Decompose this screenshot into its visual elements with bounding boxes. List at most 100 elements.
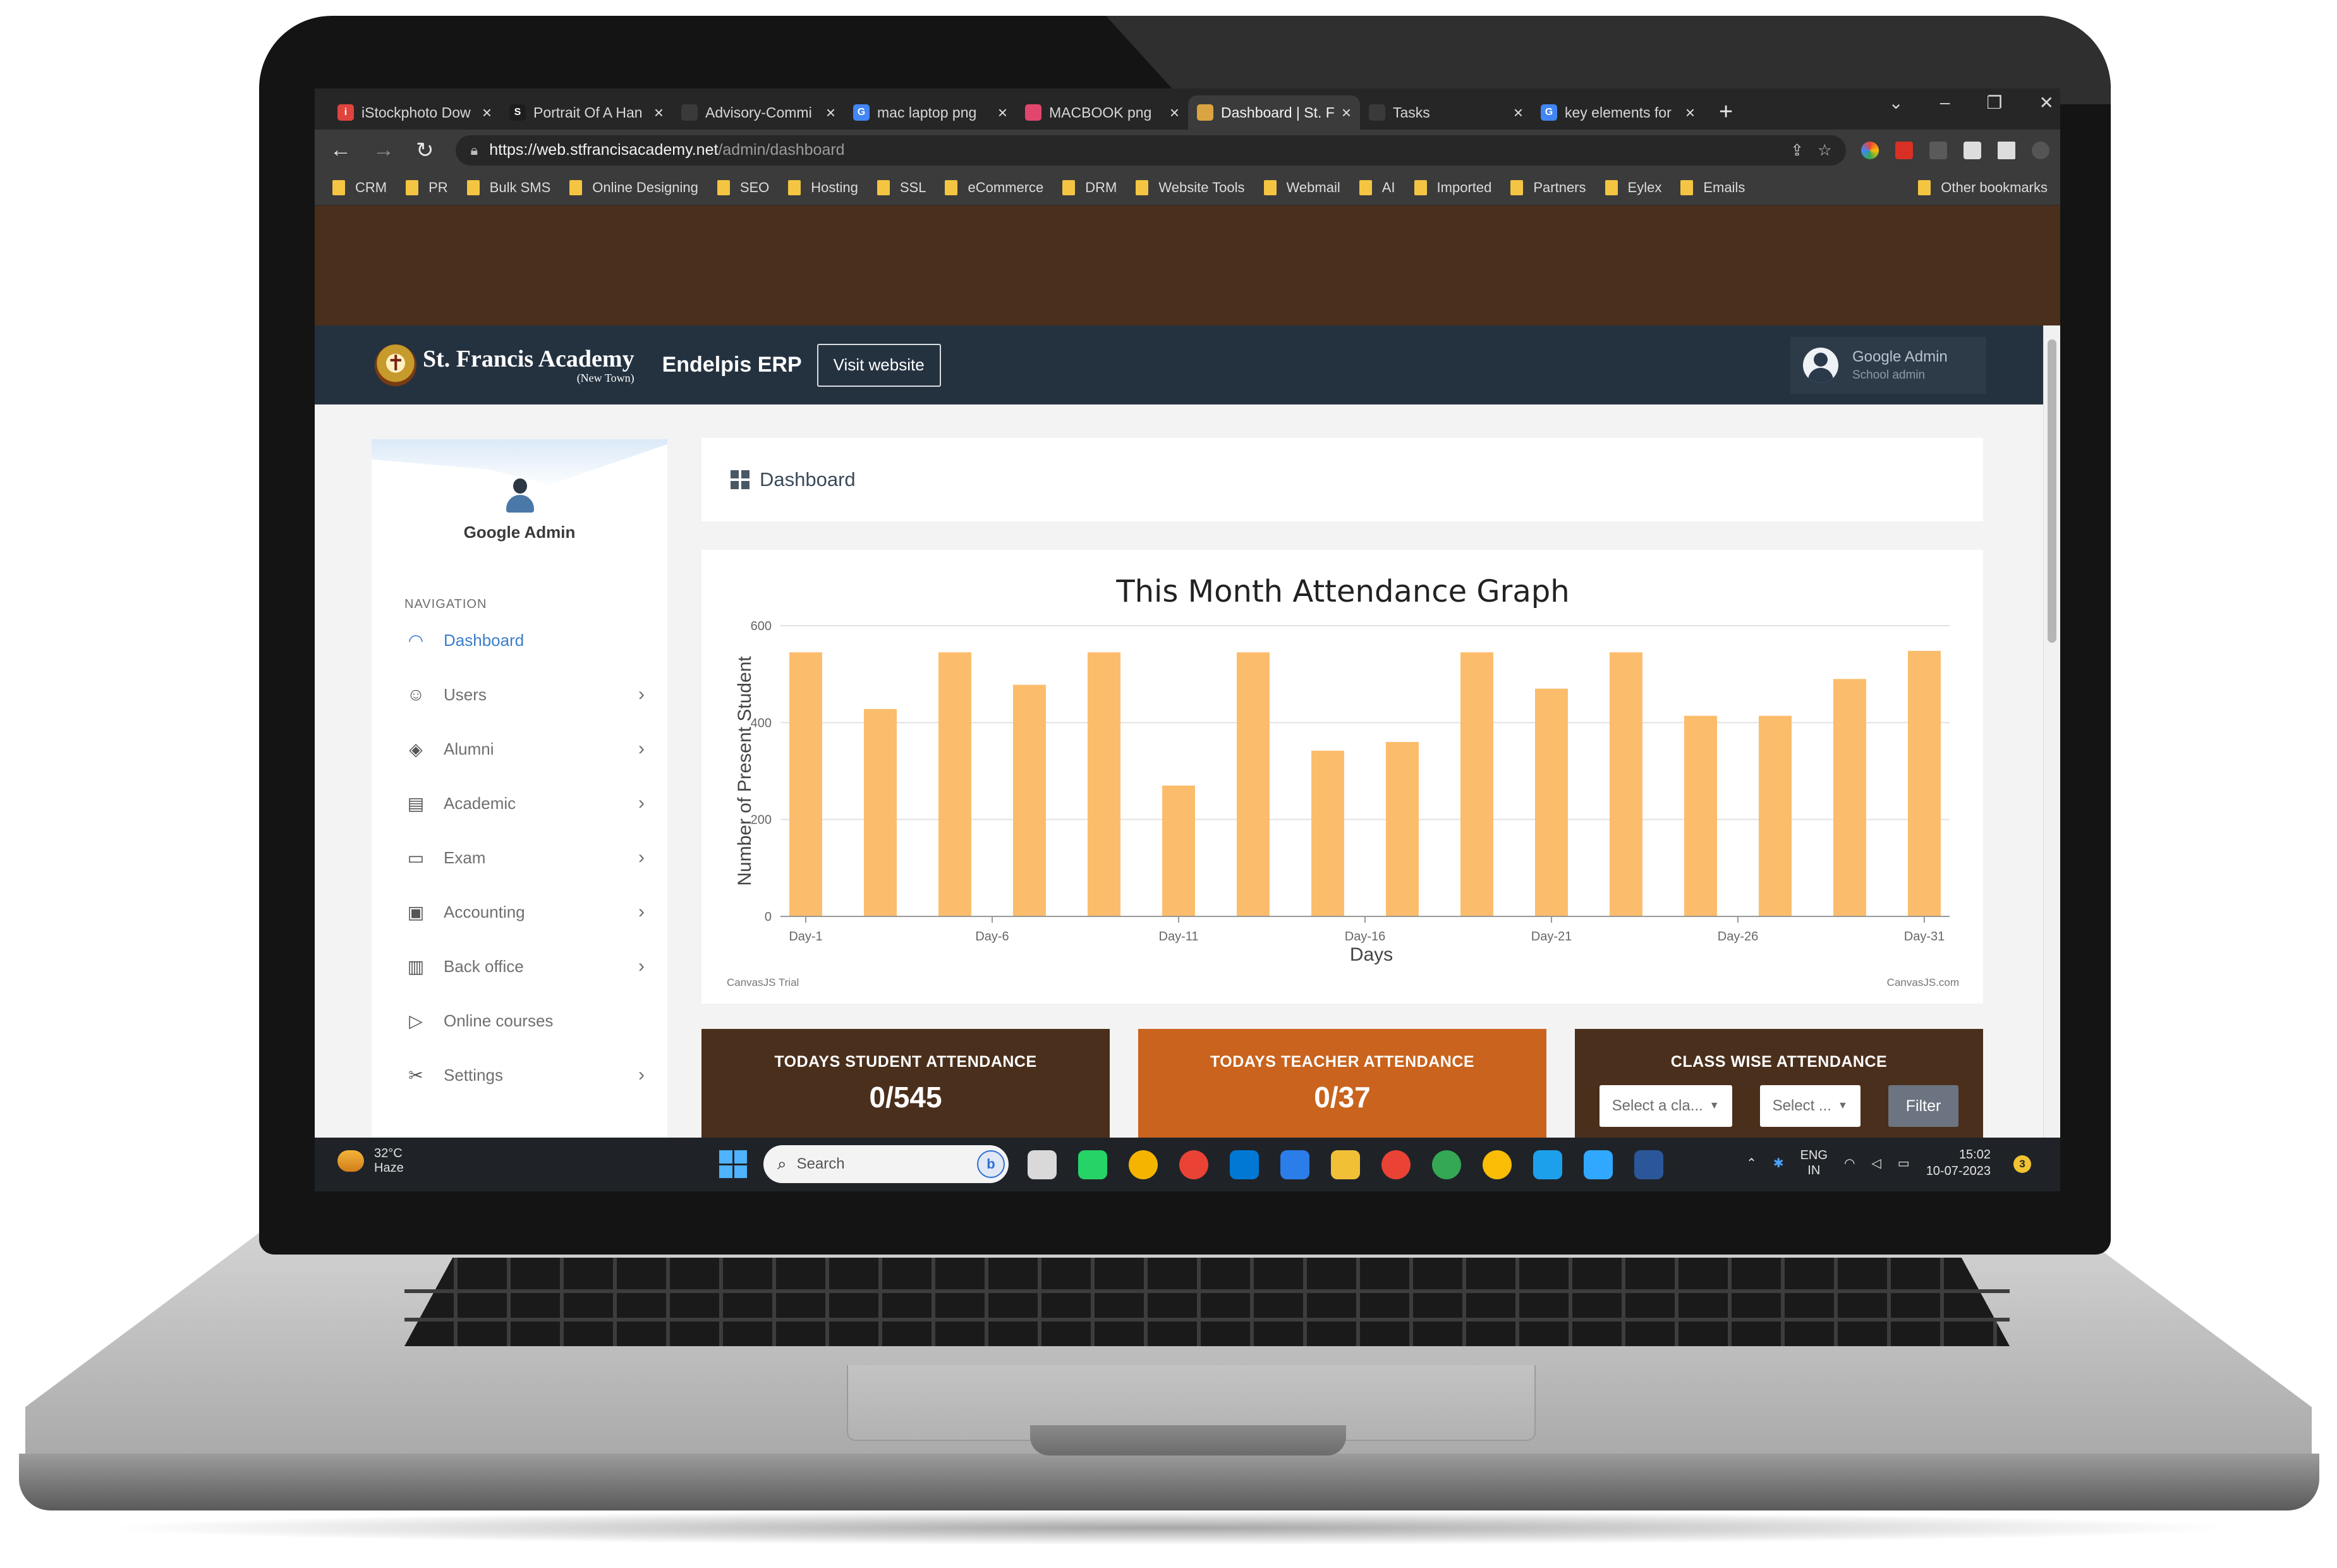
bookmark-folder[interactable]: Online Designing bbox=[569, 179, 698, 196]
close-tab-icon[interactable]: × bbox=[482, 103, 492, 123]
close-window-icon[interactable]: ✕ bbox=[2039, 92, 2054, 113]
tab-search-icon[interactable]: ⌄ bbox=[1888, 92, 1903, 113]
extension-icon[interactable] bbox=[1895, 141, 1913, 159]
bookmark-folder[interactable]: Partners bbox=[1510, 179, 1586, 196]
close-tab-icon[interactable]: × bbox=[1170, 103, 1179, 123]
browser-tab[interactable]: i iStockphoto Dow × bbox=[329, 95, 501, 130]
teacher-attendance-card: TODAYS TEACHER ATTENDANCE 0/37 bbox=[1138, 1029, 1546, 1138]
wifi-icon[interactable]: ◠ bbox=[1844, 1155, 1855, 1171]
header-user-name: Google Admin bbox=[1852, 348, 1948, 365]
bookmark-folder[interactable]: AI bbox=[1359, 179, 1395, 196]
windows-start-icon[interactable] bbox=[719, 1150, 747, 1178]
share-icon[interactable]: ⇪ bbox=[1790, 141, 1804, 160]
bookmark-folder[interactable]: Hosting bbox=[788, 179, 858, 196]
bookmark-folder[interactable]: Imported bbox=[1414, 179, 1492, 196]
bing-icon[interactable]: b bbox=[977, 1150, 1005, 1178]
extension-icon[interactable] bbox=[1929, 141, 1947, 159]
taskbar-app-icon[interactable] bbox=[1280, 1150, 1309, 1179]
close-tab-icon[interactable]: × bbox=[998, 103, 1007, 123]
taskbar-app-icon[interactable] bbox=[1634, 1150, 1663, 1179]
back-icon[interactable]: ← bbox=[330, 138, 351, 162]
sidebar-item-dashboard[interactable]: ◠ Dashboard bbox=[404, 613, 645, 667]
reload-icon[interactable]: ↻ bbox=[416, 138, 434, 163]
bookmark-folder[interactable]: Eylex bbox=[1605, 179, 1661, 196]
user-menu[interactable]: Google Admin School admin bbox=[1790, 337, 1986, 394]
bookmark-label: DRM bbox=[1085, 179, 1117, 195]
close-tab-icon[interactable]: × bbox=[1342, 103, 1351, 123]
school-logo-icon[interactable] bbox=[375, 344, 416, 386]
language-indicator[interactable]: ENG IN bbox=[1800, 1148, 1828, 1178]
weather-widget[interactable]: 32°C Haze bbox=[337, 1146, 404, 1176]
sidebar-item-exam[interactable]: ▭ Exam › bbox=[404, 830, 645, 885]
bookmark-folder[interactable]: Website Tools bbox=[1136, 179, 1245, 196]
taskbar-app-icon[interactable] bbox=[1584, 1150, 1613, 1179]
taskbar-app-icon[interactable] bbox=[1483, 1150, 1512, 1179]
visit-website-button[interactable]: Visit website bbox=[816, 343, 941, 387]
close-tab-icon[interactable]: × bbox=[1514, 103, 1523, 123]
bookmark-folder[interactable]: CRM bbox=[332, 179, 387, 196]
new-tab-icon[interactable]: + bbox=[1719, 99, 1733, 126]
taskbar-app-icon[interactable] bbox=[1432, 1150, 1461, 1179]
clock[interactable]: 15:02 10-07-2023 bbox=[1926, 1146, 1991, 1179]
bookmark-folder[interactable]: SEO bbox=[717, 179, 769, 196]
close-tab-icon[interactable]: × bbox=[1685, 103, 1695, 123]
bookmark-folder[interactable]: DRM bbox=[1062, 179, 1117, 196]
class-filters: Select a cla... ▼ Select ... ▼ Filter bbox=[1575, 1085, 1983, 1127]
browser-tab[interactable]: Gkey elements for × bbox=[1532, 95, 1704, 130]
browser-tab[interactable]: MACBOOK png × bbox=[1016, 95, 1188, 130]
taskbar-app-icon[interactable] bbox=[1028, 1150, 1057, 1179]
bookmark-folder[interactable]: SSL bbox=[877, 179, 926, 196]
volume-icon[interactable]: ◁ bbox=[1871, 1155, 1881, 1171]
section-select[interactable]: Select ... ▼ bbox=[1759, 1085, 1860, 1127]
minimize-icon[interactable]: – bbox=[1940, 92, 1950, 113]
sidebar-item-accounting[interactable]: ▣ Accounting › bbox=[404, 885, 645, 939]
browser-tab[interactable]: Gmac laptop png × bbox=[844, 95, 1016, 130]
forward-icon[interactable]: → bbox=[373, 138, 394, 162]
favicon-icon: G bbox=[1541, 104, 1557, 121]
sidebar-item-academic[interactable]: ▤ Academic › bbox=[404, 776, 645, 830]
battery-icon[interactable]: ▭ bbox=[1898, 1155, 1910, 1171]
sidebar-item-online-courses[interactable]: ▷ Online courses bbox=[404, 994, 645, 1048]
browser-tab[interactable]: Dashboard | St. F × bbox=[1188, 95, 1360, 130]
puzzle-icon[interactable] bbox=[1963, 141, 1981, 159]
taskbar-app-icon[interactable] bbox=[1129, 1150, 1158, 1179]
bookmark-folder[interactable]: PR bbox=[406, 179, 448, 196]
bluetooth-icon[interactable]: ✱ bbox=[1773, 1155, 1784, 1171]
taskbar-app-icon[interactable] bbox=[1533, 1150, 1562, 1179]
browser-tab[interactable]: Tasks × bbox=[1360, 95, 1532, 130]
notification-badge[interactable]: 3 bbox=[2013, 1155, 2031, 1173]
taskbar-search[interactable]: ⌕ Search b bbox=[763, 1145, 1009, 1183]
restore-icon[interactable]: ❐ bbox=[1986, 92, 2002, 113]
taskbar-app-icon[interactable] bbox=[1179, 1150, 1208, 1179]
url-input[interactable]: 🔒︎ https://web.stfrancisacademy.net/admi… bbox=[455, 135, 1846, 166]
sidebar-item-back-office[interactable]: ▥ Back office › bbox=[404, 939, 645, 994]
sidebar-item-users[interactable]: ☺ Users › bbox=[404, 667, 645, 722]
bookmark-folder[interactable]: Bulk SMS bbox=[466, 179, 550, 196]
class-select[interactable]: Select a cla... ▼ bbox=[1599, 1085, 1732, 1127]
bookmark-label: Imported bbox=[1436, 179, 1492, 195]
sidebar-item-alumni[interactable]: ◈ Alumni › bbox=[404, 722, 645, 776]
browser-tab[interactable]: Advisory-Commi × bbox=[672, 95, 844, 130]
bookmark-folder[interactable]: Emails bbox=[1680, 179, 1745, 196]
bookmark-folder[interactable]: Webmail bbox=[1263, 179, 1340, 196]
star-icon[interactable]: ☆ bbox=[1818, 141, 1831, 160]
building-icon: ▤ bbox=[407, 793, 425, 813]
close-tab-icon[interactable]: × bbox=[826, 103, 835, 123]
taskbar-app-icon[interactable] bbox=[1078, 1150, 1107, 1179]
taskbar-app-icon[interactable] bbox=[1230, 1150, 1259, 1179]
page-scrollbar[interactable] bbox=[2043, 325, 2060, 1138]
y-tick-label: 600 bbox=[751, 619, 772, 633]
scrollbar-thumb[interactable] bbox=[2048, 339, 2056, 643]
close-tab-icon[interactable]: × bbox=[654, 103, 664, 123]
taskbar-app-icon[interactable] bbox=[1381, 1150, 1411, 1179]
filter-button[interactable]: Filter bbox=[1888, 1085, 1959, 1127]
bookmark-folder[interactable]: eCommerce bbox=[945, 179, 1043, 196]
sidebar-item-settings[interactable]: ✂ Settings › bbox=[404, 1048, 645, 1102]
browser-tab[interactable]: S Portrait Of A Han × bbox=[501, 95, 672, 130]
taskbar-app-icon[interactable] bbox=[1331, 1150, 1360, 1179]
extension-icon[interactable] bbox=[1860, 141, 1879, 159]
sidepanel-icon[interactable] bbox=[1997, 141, 2015, 159]
chevron-up-icon[interactable]: ⌃ bbox=[1746, 1155, 1757, 1171]
profile-icon[interactable] bbox=[2031, 141, 2049, 159]
bookmark-other[interactable]: Other bookmarks bbox=[1918, 179, 2048, 196]
